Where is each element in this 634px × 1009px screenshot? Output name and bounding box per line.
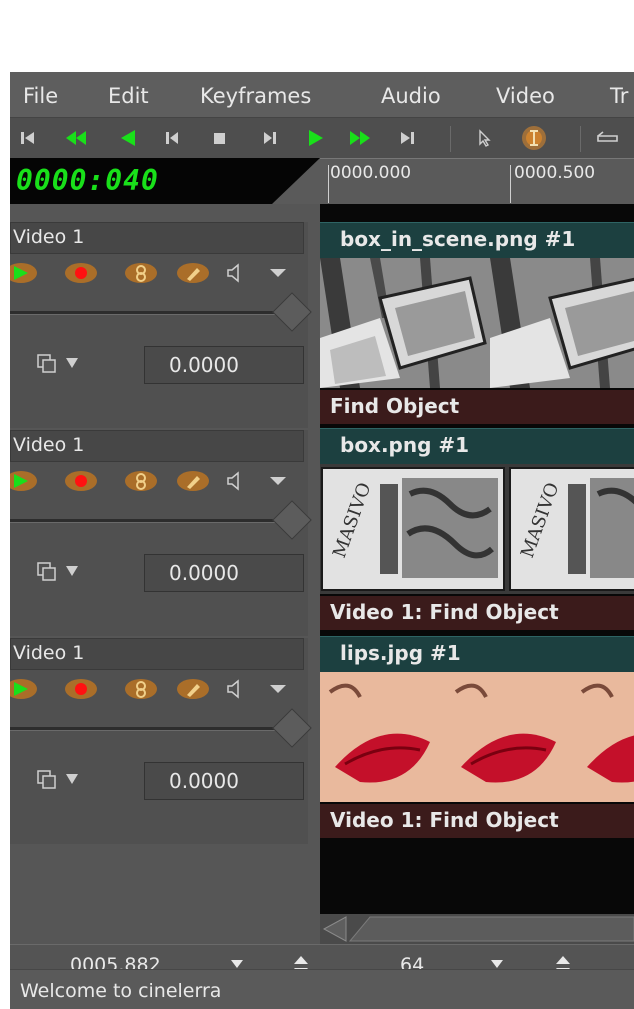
draw-track-icon[interactable] [176,678,210,700]
transport-toolbar [10,118,634,158]
nudge-field[interactable]: 0.0000 [144,346,304,384]
timeline-ruler[interactable]: 0000.000 0000.500 [320,158,634,204]
edit-thumbnails[interactable] [320,672,634,802]
overlay-mode-icon[interactable] [34,352,84,380]
gang-track-icon[interactable] [124,678,158,700]
menu-bar: File Edit Keyframes Audio Video Tr [10,72,634,118]
ruler-tick [328,165,329,203]
nudge-field[interactable]: 0.0000 [144,554,304,592]
arrow-mode-icon[interactable] [470,124,498,152]
fade-fader[interactable] [10,519,290,523]
clock-display: 0000:040 [16,164,159,197]
draw-track-icon[interactable] [176,470,210,492]
patchbay-track-2: Video 1 0.0000 [10,430,312,636]
patchbay-track-1: Video 1 0.0000 [10,222,312,428]
fast-forward-icon[interactable] [346,124,374,152]
nudge-field[interactable]: 0.0000 [144,762,304,800]
menu-audio[interactable]: Audio [381,84,441,108]
record-track-icon[interactable] [64,678,98,700]
plugin-bar[interactable]: Find Object [320,390,634,424]
ruler-label: 0000.500 [514,163,596,183]
edit-title-bar[interactable]: box_in_scene.png #1 [320,222,634,258]
toolbar-separator [450,126,451,152]
jump-to-end-icon[interactable] [394,124,422,152]
fader-knob[interactable] [272,500,312,540]
cinelerra-window: File Edit Keyframes Audio Video Tr 0000:… [10,72,634,1009]
edit-thumbnails[interactable] [320,258,634,388]
horizontal-scrollbar[interactable] [320,914,634,944]
play-icon[interactable] [302,124,330,152]
plugin-bar[interactable]: Video 1: Find Object [320,596,634,630]
menu-edit[interactable]: Edit [108,84,149,108]
record-track-icon[interactable] [64,470,98,492]
edit-title-bar[interactable]: lips.jpg #1 [320,636,634,672]
toolbar-separator [580,126,581,152]
overlay-mode-icon[interactable] [34,560,84,588]
rewind-to-start-icon[interactable] [14,124,42,152]
frame-forward-icon[interactable] [256,124,284,152]
plugin-bar[interactable]: Video 1: Find Object [320,804,634,838]
frame-reverse-icon[interactable] [158,124,186,152]
ibeam-mode-icon[interactable] [520,124,548,152]
menu-transitions[interactable]: Tr [610,84,628,108]
edit-title-bar[interactable]: box.png #1 [320,428,634,464]
record-track-icon[interactable] [64,262,98,284]
fader-knob[interactable] [272,292,312,332]
keyframe-mode-icon[interactable] [594,124,622,152]
mute-track-icon[interactable] [224,678,258,700]
draw-track-icon[interactable] [176,262,210,284]
expand-track-icon[interactable] [266,262,300,284]
stop-icon[interactable] [206,124,234,152]
fast-reverse-icon[interactable] [62,124,90,152]
menu-video[interactable]: Video [496,84,555,108]
track-canvas[interactable]: box_in_scene.png #1 Find Object box.png … [320,204,634,914]
play-track-icon[interactable] [10,470,38,492]
patchbay-track-3: Video 1 0.0000 [10,638,312,844]
track-name-field[interactable]: Video 1 [10,638,304,670]
ruler-label: 0000.000 [330,163,412,183]
gang-track-icon[interactable] [124,470,158,492]
overlay-mode-icon[interactable] [34,768,84,796]
status-bar: Welcome to cinelerra [10,969,634,1009]
expand-track-icon[interactable] [266,678,300,700]
edit-thumbnails[interactable]: MASIVO MASIVO [320,464,634,594]
reverse-play-icon[interactable] [114,124,142,152]
play-track-icon[interactable] [10,678,38,700]
track-name-field[interactable]: Video 1 [10,222,304,254]
gang-track-icon[interactable] [124,262,158,284]
ruler-tick [510,165,511,203]
fade-fader[interactable] [10,311,290,315]
menu-keyframes[interactable]: Keyframes [200,84,311,108]
mute-track-icon[interactable] [224,262,258,284]
time-clock: 0000:040 [10,158,320,204]
mute-track-icon[interactable] [224,470,258,492]
fader-knob[interactable] [272,708,312,748]
expand-track-icon[interactable] [266,470,300,492]
fade-fader[interactable] [10,727,290,731]
play-track-icon[interactable] [10,262,38,284]
track-name-field[interactable]: Video 1 [10,430,304,462]
menu-file[interactable]: File [23,84,58,108]
